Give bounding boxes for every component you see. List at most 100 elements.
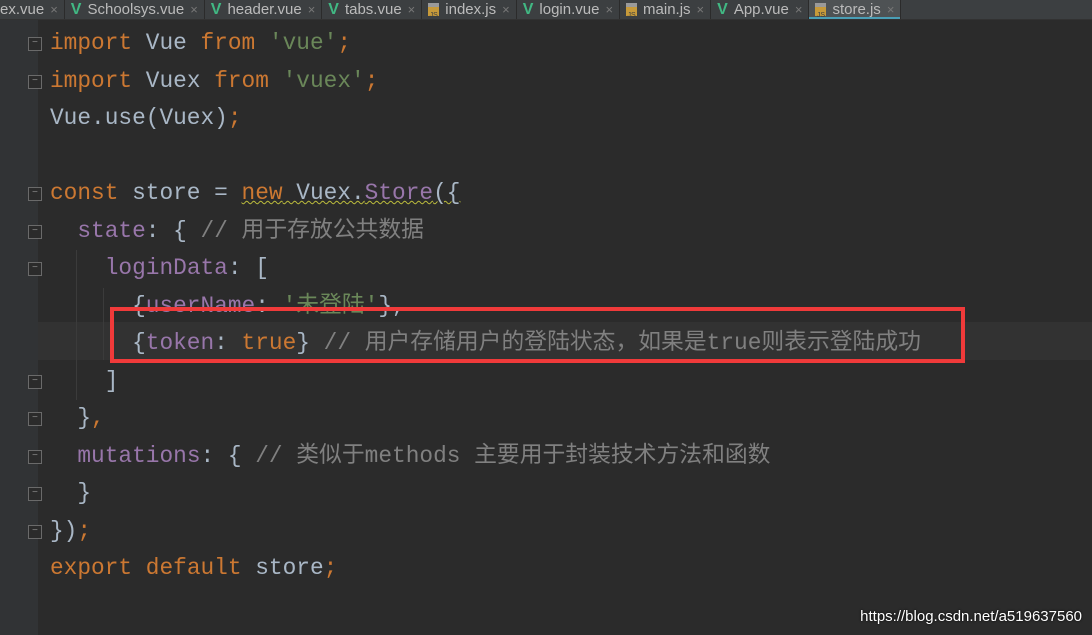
indent-guide <box>76 250 77 400</box>
code-line: }); <box>50 513 91 550</box>
code-token: : { <box>200 442 256 469</box>
code-line: const store = new Vuex.Store({ <box>50 175 460 212</box>
tab-label: ex.vue <box>0 1 45 18</box>
code-line: loginData: [ <box>50 250 269 287</box>
annotation-box <box>110 307 965 363</box>
code-token: 'vuex' <box>282 67 365 94</box>
vue-file-icon: V <box>70 0 82 18</box>
fold-toggle-icon[interactable]: − <box>28 374 42 389</box>
vue-file-icon: V <box>717 0 728 18</box>
code-token: , <box>91 405 105 431</box>
code-token: store <box>241 555 324 581</box>
js-file-icon: JS <box>815 3 827 19</box>
code-token: ] <box>50 367 119 394</box>
fold-toggle-icon[interactable]: − <box>28 224 42 239</box>
close-icon[interactable]: × <box>795 2 803 17</box>
close-icon[interactable]: × <box>887 2 895 17</box>
close-icon[interactable]: × <box>308 2 316 17</box>
code-token: ; <box>364 67 379 94</box>
code-token: from <box>200 30 256 56</box>
watermark: https://blog.csdn.net/a519637560 <box>860 608 1082 625</box>
tab-tabs-vue[interactable]: Vtabs.vue × <box>322 0 423 19</box>
code-token: : [ <box>227 255 269 281</box>
close-icon[interactable]: × <box>190 2 198 17</box>
tab-main-js[interactable]: JS main.js × <box>620 0 712 19</box>
code-token: ; <box>227 105 242 131</box>
code-token: Vue.use(Vuex) <box>50 105 228 131</box>
code-line: }, <box>50 400 105 437</box>
tab-header-vue[interactable]: Vheader.vue × <box>205 0 323 19</box>
code-line: export default store; <box>50 550 337 587</box>
vue-file-icon: V <box>210 0 222 18</box>
vue-file-icon: V <box>328 0 339 18</box>
code-token: // 用于存放公共数据 <box>200 217 424 244</box>
code-token: import <box>50 30 133 56</box>
fold-toggle-icon[interactable]: − <box>28 187 42 201</box>
indent-guide <box>103 288 104 360</box>
code-token: } <box>50 405 92 431</box>
close-icon[interactable]: × <box>605 2 613 17</box>
fold-toggle-icon[interactable]: − <box>28 449 42 464</box>
tab-label: Schoolsys.vue <box>87 1 185 18</box>
code-line: state: { // 用于存放公共数据 <box>50 213 424 250</box>
code-token: from <box>214 67 269 94</box>
tab-schoolsys-vue[interactable]: V Schoolsys.vue × <box>65 0 205 19</box>
code-token: } <box>50 480 92 506</box>
code-token: Store <box>364 180 434 206</box>
tab-label: store.js <box>832 1 881 18</box>
close-icon[interactable]: × <box>50 2 58 17</box>
tab-login-vue[interactable]: Vlogin.vue × <box>517 0 621 19</box>
code-line: } <box>50 475 91 512</box>
code-token: default <box>145 555 242 581</box>
close-icon[interactable]: × <box>408 2 416 17</box>
code-token: ; <box>323 555 338 581</box>
fold-toggle-icon[interactable]: − <box>28 412 42 426</box>
code-token: ; <box>77 517 92 544</box>
code-line: mutations: { // 类似于methods 主要用于封装技术方法和函数 <box>50 438 770 475</box>
vue-file-icon: V <box>522 0 534 18</box>
tab-app-vue[interactable]: V App.vue × <box>711 0 810 19</box>
code-token: // 类似于methods 主要用于封装技术方法和函数 <box>255 442 771 469</box>
tab-label: login.vue <box>539 1 600 18</box>
code-token: }) <box>50 517 78 544</box>
code-token: loginData <box>104 255 228 281</box>
tab-label: main.js <box>643 1 691 18</box>
js-file-icon: JS <box>626 3 638 19</box>
fold-toggle-icon[interactable]: − <box>28 487 42 501</box>
tab-ex-vue[interactable]: Vex.vue× <box>0 0 65 19</box>
close-icon[interactable]: × <box>502 2 510 17</box>
code-line: Vue.use(Vuex); <box>50 100 242 137</box>
code-token: ({ <box>433 180 461 206</box>
tab-label: App.vue <box>733 1 789 18</box>
tab-label: tabs.vue <box>344 1 402 18</box>
code-token: ; <box>337 30 352 56</box>
code-line: import Vue from 'vue'; <box>50 25 351 62</box>
tab-label: index.js <box>445 1 497 18</box>
code-token: state <box>77 217 146 244</box>
code-line: import Vuex from 'vuex'; <box>50 63 378 100</box>
fold-toggle-icon[interactable]: − <box>28 74 42 89</box>
code-token: store = <box>118 180 242 206</box>
code-token: const <box>50 180 119 206</box>
fold-toggle-icon[interactable]: − <box>28 37 42 51</box>
code-token: mutations <box>77 442 201 469</box>
code-token: 'vue' <box>268 30 338 56</box>
code-token: Vuex. <box>282 180 365 206</box>
code-token: new <box>241 180 283 206</box>
code-token: Vue <box>132 30 201 56</box>
fold-toggle-icon[interactable]: − <box>28 524 42 539</box>
code-token: export <box>50 555 133 581</box>
code-line: ] <box>50 363 119 400</box>
code-token: import <box>50 67 133 94</box>
js-file-icon: JS <box>428 3 440 19</box>
close-icon[interactable]: × <box>697 2 705 17</box>
tab-store-js[interactable]: JS store.js × <box>809 0 902 19</box>
tab-index-js[interactable]: JS index.js × <box>422 0 517 19</box>
fold-toggle-icon[interactable]: − <box>28 262 42 276</box>
tab-label: header.vue <box>227 1 302 18</box>
